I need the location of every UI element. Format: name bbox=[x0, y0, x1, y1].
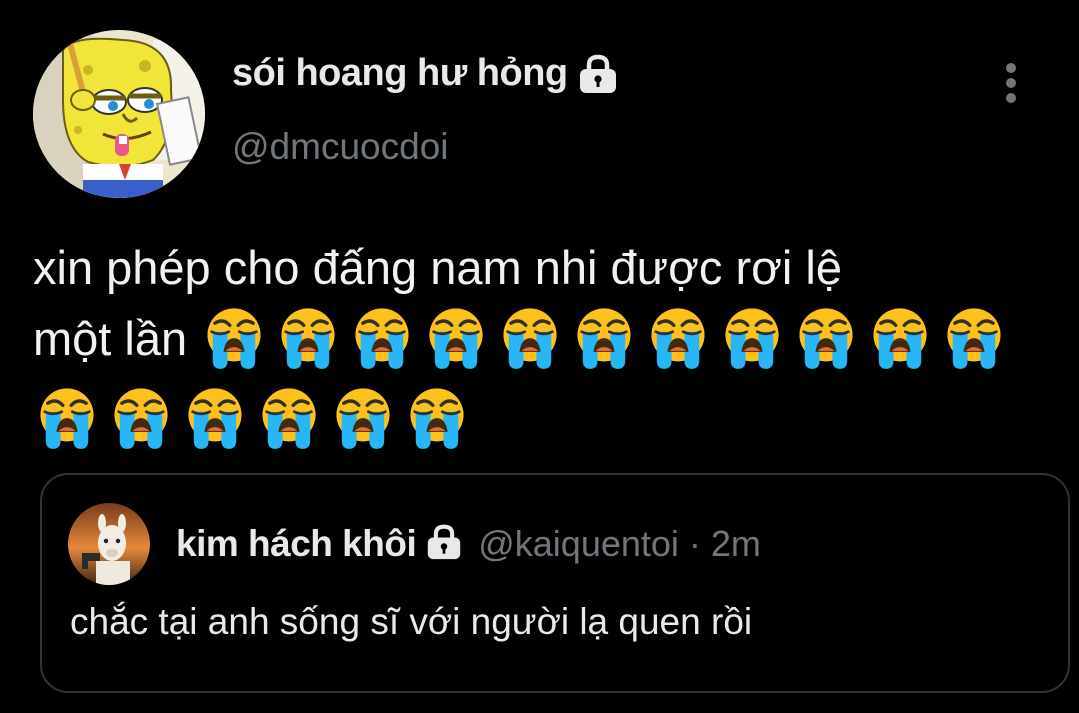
author-name-text: sói hoang hư hỏng bbox=[232, 52, 568, 94]
lock-icon bbox=[424, 524, 464, 565]
loudly-crying-face-icon bbox=[107, 383, 175, 451]
tweet-text-line-2-text: một lần bbox=[33, 312, 188, 365]
quoted-tweet-header: kim hách khôi @kaiquentoi · 2m bbox=[176, 523, 761, 565]
quoted-author-name[interactable]: kim hách khôi bbox=[176, 523, 417, 565]
quoted-tweet-card[interactable]: kim hách khôi @kaiquentoi · 2m chắc tại … bbox=[40, 473, 1070, 693]
author-handle[interactable]: @dmcuocdoi bbox=[232, 126, 449, 168]
loudly-crying-face-icon bbox=[274, 303, 342, 371]
loudly-crying-face-icon bbox=[403, 383, 471, 451]
more-options-button[interactable] bbox=[988, 58, 1034, 108]
tweet-text: xin phép cho đấng nam nhi được rơi lệ mộ… bbox=[33, 232, 1063, 451]
spongebob-avatar-icon bbox=[33, 30, 205, 198]
loudly-crying-face-icon bbox=[348, 303, 416, 371]
loudly-crying-face-icon bbox=[718, 303, 786, 371]
loudly-crying-face-icon bbox=[570, 303, 638, 371]
more-vertical-icon bbox=[1006, 63, 1016, 103]
quoted-tweet-timestamp[interactable]: 2m bbox=[711, 523, 761, 565]
quoted-author-handle[interactable]: @kaiquentoi bbox=[478, 523, 679, 565]
loudly-crying-face-icon bbox=[940, 303, 1008, 371]
llama-avatar-icon bbox=[68, 503, 150, 585]
loudly-crying-face-icon bbox=[866, 303, 934, 371]
loudly-crying-face-icon bbox=[792, 303, 860, 371]
loudly-crying-face-icon bbox=[644, 303, 712, 371]
loudly-crying-face-icon bbox=[255, 383, 323, 451]
quoted-tweet-text: chắc tại anh sống sĩ với người lạ quen r… bbox=[70, 601, 753, 642]
loudly-crying-face-icon bbox=[496, 303, 564, 371]
lock-icon bbox=[576, 54, 620, 94]
loudly-crying-face-icon bbox=[181, 383, 249, 451]
loudly-crying-face-icon bbox=[33, 383, 101, 451]
emoji-row-2 bbox=[33, 383, 1063, 451]
loudly-crying-face-icon bbox=[329, 383, 397, 451]
tweet-text-line-1: xin phép cho đấng nam nhi được rơi lệ bbox=[33, 241, 843, 294]
loudly-crying-face-icon bbox=[200, 303, 268, 371]
author-avatar[interactable] bbox=[33, 30, 205, 198]
emoji-row-1 bbox=[200, 303, 1008, 371]
quoted-author-avatar[interactable] bbox=[68, 503, 150, 585]
tweet-text-line-2: một lần bbox=[33, 303, 1063, 377]
loudly-crying-face-icon bbox=[422, 303, 490, 371]
author-display-name[interactable]: sói hoang hư hỏng bbox=[232, 52, 620, 95]
separator-dot: · bbox=[688, 523, 701, 564]
